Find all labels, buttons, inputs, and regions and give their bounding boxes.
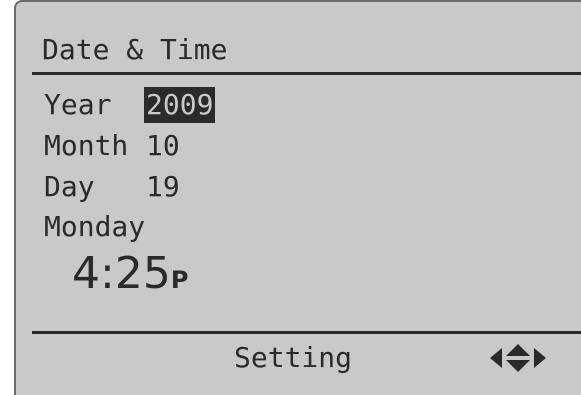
weekday-text: Monday (44, 210, 146, 243)
am-pm-indicator: P (170, 266, 189, 294)
day-row[interactable]: Day 19 (44, 169, 180, 205)
month-value[interactable]: 10 (146, 128, 180, 164)
left-arrow-icon (490, 348, 502, 368)
setting-softkey[interactable]: Setting (234, 340, 352, 376)
up-arrow-icon (506, 344, 530, 356)
year-row[interactable]: Year 2009 (44, 87, 216, 123)
day-label: Day (44, 170, 95, 203)
lcd-screen: Date & Time Year 2009 Month 10 Day 19 Monda… (14, 0, 581, 395)
clock-time: 4:25P (72, 248, 188, 306)
month-row[interactable]: Month 10 (44, 128, 180, 164)
down-arrow-icon (506, 360, 530, 372)
right-arrow-icon (534, 348, 546, 368)
month-label: Month (44, 129, 129, 162)
softkey-divider (32, 331, 581, 334)
left-up-down-right-arrows-icon (490, 344, 546, 372)
year-value[interactable]: 2009 (144, 87, 216, 123)
page-title: Date & Time (42, 33, 228, 66)
time-value: 4:25 (72, 248, 171, 299)
year-label: Year (44, 88, 112, 121)
title-divider (32, 72, 581, 75)
day-value[interactable]: 19 (146, 169, 180, 205)
